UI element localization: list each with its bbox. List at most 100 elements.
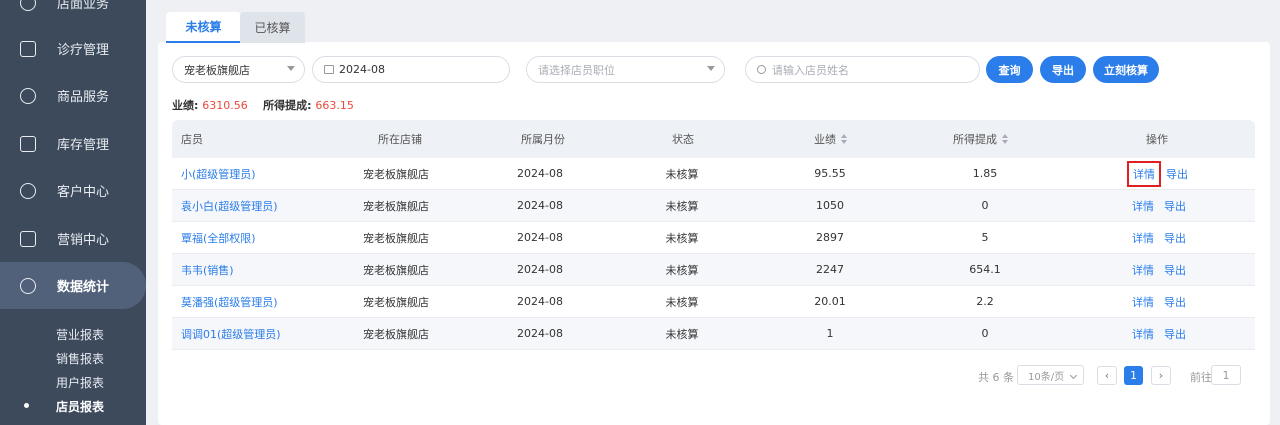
page-size-select[interactable]: 10条/页	[1017, 365, 1084, 385]
month-cell: 2024-08	[517, 295, 563, 308]
sidebar-item-inventory[interactable]: 库存管理	[0, 120, 146, 167]
staff-name-link[interactable]: 韦韦(销售)	[181, 254, 234, 285]
status-cell: 未核算	[665, 199, 699, 213]
page-number-current[interactable]: 1	[1124, 366, 1143, 385]
month-cell: 2024-08	[517, 231, 563, 244]
export-link[interactable]: 导出	[1164, 166, 1190, 182]
perf-cell: 2897	[816, 231, 844, 244]
comm-label: 所得提成:	[263, 99, 312, 112]
tab-settled[interactable]: 已核算	[240, 12, 305, 43]
sort-icon[interactable]	[1002, 134, 1008, 144]
sidebar-subitem-business-report[interactable]: 营业报表	[56, 326, 104, 343]
sidebar-item-marketing[interactable]: 营销中心	[0, 215, 146, 262]
export-link[interactable]: 导出	[1162, 230, 1188, 246]
calendar-icon	[324, 65, 334, 74]
staff-name-link[interactable]: 袁小白(超级管理员)	[181, 190, 278, 221]
pagination-total: 共 6 条	[978, 371, 1014, 384]
detail-link[interactable]: 详情	[1130, 326, 1156, 342]
sidebar-item-label: 商品服务	[57, 90, 110, 105]
table-row: 调调01(超级管理员) 宠老板旗舰店 2024-08 未核算 1 0 详情 导出	[172, 318, 1255, 350]
status-cell: 未核算	[665, 295, 699, 309]
ops-cell: 详情 导出	[1130, 254, 1194, 285]
comm-cell: 654.1	[969, 263, 1001, 276]
sidebar-item-store-business[interactable]: 店面业务	[0, 0, 146, 26]
trend-icon	[20, 277, 36, 294]
export-link[interactable]: 导出	[1162, 294, 1188, 310]
table-row: 韦韦(销售) 宠老板旗舰店 2024-08 未核算 2247 654.1 详情 …	[172, 254, 1255, 286]
goto-page-input[interactable]: 1	[1211, 365, 1241, 385]
tab-unsettled[interactable]: 未核算	[166, 12, 241, 43]
store-cell: 宠老板旗舰店	[363, 295, 429, 309]
settle-button[interactable]: 立刻核算	[1093, 56, 1159, 83]
detail-link[interactable]: 详情	[1130, 294, 1156, 310]
table-header: 店员 所在店铺 所属月份 状态 业绩 所得提成 操作	[172, 120, 1255, 158]
sidebar-item-statistics[interactable]: 数据统计	[0, 262, 146, 309]
sidebar-item-label: 库存管理	[57, 138, 110, 153]
col-perf[interactable]: 业绩	[814, 120, 847, 158]
detail-link[interactable]: 详情	[1130, 262, 1156, 278]
store-cell: 宠老板旗舰店	[363, 167, 429, 181]
prev-page-button[interactable]: ‹	[1097, 366, 1117, 385]
box-icon	[20, 135, 36, 152]
sidebar-item-goods[interactable]: 商品服务	[0, 72, 146, 119]
staff-name-link[interactable]: 莫潘强(超级管理员)	[181, 286, 278, 317]
store-select[interactable]: 宠老板旗舰店	[172, 56, 305, 83]
status-cell: 未核算	[665, 263, 699, 277]
bag-icon	[20, 87, 36, 104]
month-picker[interactable]: 2024-08	[312, 56, 510, 83]
position-select-placeholder: 请选择店员职位	[538, 63, 615, 77]
detail-link[interactable]: 详情	[1130, 198, 1156, 214]
staff-name-link[interactable]: 覃福(全部权限)	[181, 222, 256, 253]
page-size-value: 10条/页	[1028, 371, 1065, 383]
store-cell: 宠老板旗舰店	[363, 327, 429, 341]
ops-cell: 详情 导出	[1130, 190, 1194, 221]
store-select-value: 宠老板旗舰店	[184, 63, 250, 77]
export-link[interactable]: 导出	[1162, 262, 1188, 278]
store-cell: 宠老板旗舰店	[363, 231, 429, 245]
col-status: 状态	[672, 133, 694, 146]
active-dot-icon	[24, 403, 29, 408]
perf-value: 6310.56	[202, 99, 248, 112]
sidebar-item-label: 营销中心	[57, 233, 110, 248]
col-staff: 店员	[181, 133, 203, 146]
sidebar-subitem-user-report[interactable]: 用户报表	[56, 374, 104, 391]
next-page-button[interactable]: ›	[1151, 366, 1171, 385]
name-search-input[interactable]: 请输入店员姓名	[745, 56, 980, 83]
user-icon	[20, 182, 36, 199]
detail-link[interactable]: 详情	[1127, 160, 1161, 187]
sort-icon[interactable]	[841, 134, 847, 144]
month-cell: 2024-08	[517, 327, 563, 340]
status-cell: 未核算	[665, 231, 699, 245]
sidebar-subitem-staff-report[interactable]: 店员报表	[56, 398, 104, 415]
sidebar-item-medical[interactable]: 诊疗管理	[0, 25, 146, 72]
staff-name-link[interactable]: 小(超级管理员)	[181, 158, 256, 189]
sidebar: 店面业务 诊疗管理 商品服务 库存管理 客户中心 营销中心 数据统计 营业报表 …	[0, 0, 146, 425]
position-select[interactable]: 请选择店员职位	[526, 56, 725, 83]
status-cell: 未核算	[665, 167, 699, 181]
export-link[interactable]: 导出	[1162, 198, 1188, 214]
perf-cell: 20.01	[814, 295, 846, 308]
month-cell: 2024-08	[517, 263, 563, 276]
export-button[interactable]: 导出	[1040, 56, 1086, 83]
sidebar-item-label: 店面业务	[57, 0, 110, 12]
ops-cell: 详情 导出	[1130, 318, 1194, 349]
comm-cell: 0	[981, 327, 989, 340]
medical-kit-icon	[20, 40, 36, 57]
table-row: 小(超级管理员) 宠老板旗舰店 2024-08 未核算 95.55 1.85 详…	[172, 158, 1255, 190]
detail-link[interactable]: 详情	[1130, 230, 1156, 246]
export-link[interactable]: 导出	[1162, 326, 1188, 342]
col-ops: 操作	[1146, 133, 1168, 146]
sidebar-subitem-sales-report[interactable]: 销售报表	[56, 350, 104, 367]
comm-cell: 5	[981, 231, 989, 244]
query-button[interactable]: 查询	[986, 56, 1033, 83]
chevron-down-icon	[287, 66, 295, 71]
col-comm[interactable]: 所得提成	[953, 120, 1008, 158]
store-cell: 宠老板旗舰店	[363, 263, 429, 277]
staff-name-link[interactable]: 调调01(超级管理员)	[181, 318, 281, 349]
ops-cell: 详情 导出	[1130, 286, 1194, 317]
table-row: 莫潘强(超级管理员) 宠老板旗舰店 2024-08 未核算 20.01 2.2 …	[172, 286, 1255, 318]
col-perf-label: 业绩	[814, 133, 836, 146]
table-row: 袁小白(超级管理员) 宠老板旗舰店 2024-08 未核算 1050 0 详情 …	[172, 190, 1255, 222]
chevron-down-icon	[1069, 371, 1078, 380]
sidebar-item-customers[interactable]: 客户中心	[0, 167, 146, 214]
